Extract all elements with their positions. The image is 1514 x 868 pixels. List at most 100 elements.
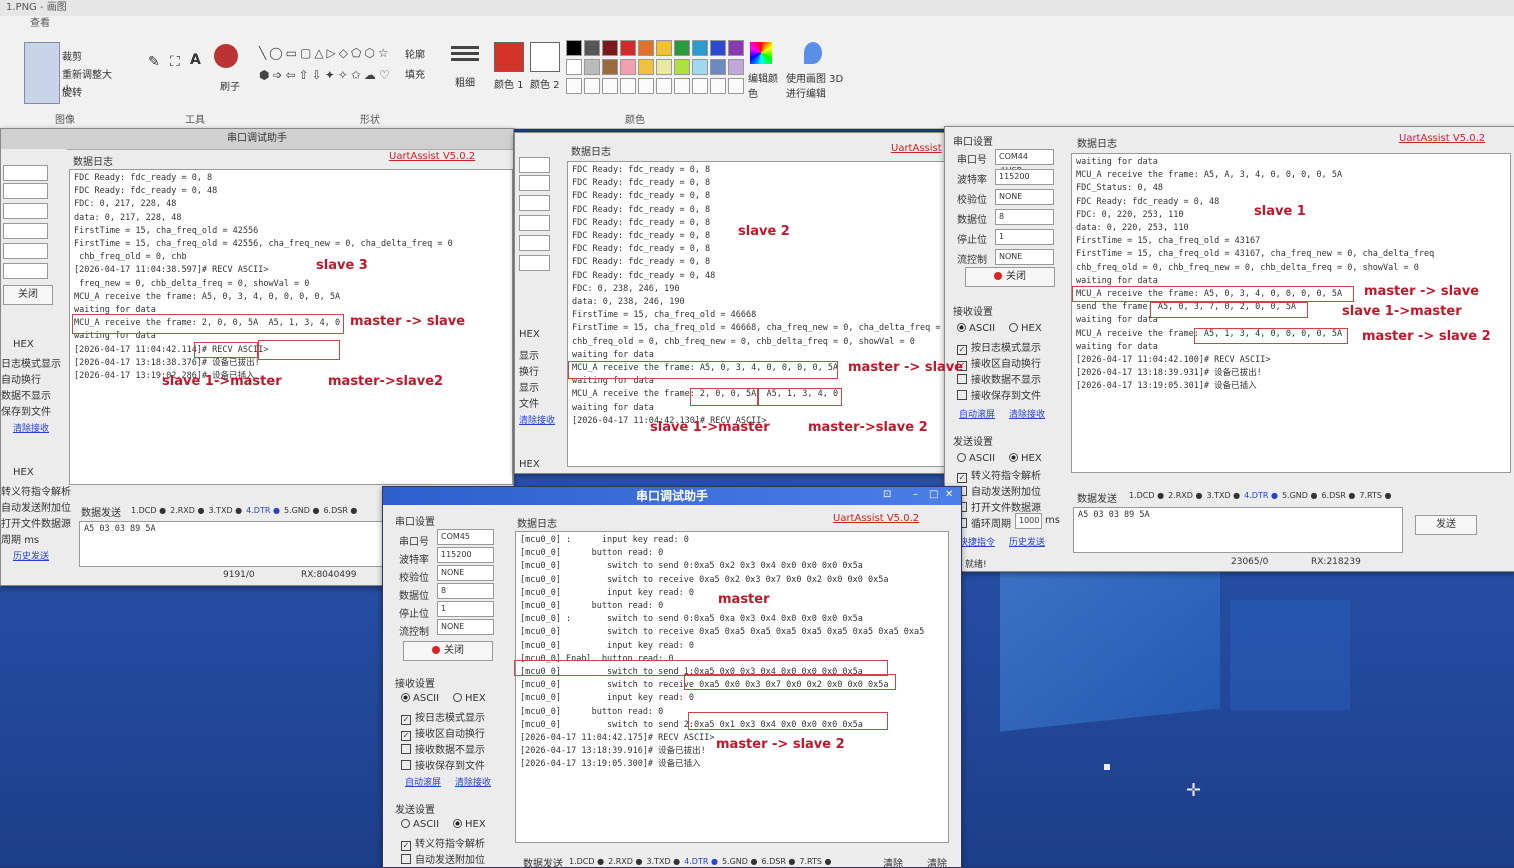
slave1-flow-select[interactable]: NONE xyxy=(995,249,1054,265)
custom-color-swatch[interactable] xyxy=(728,78,744,94)
slave3-brand-link[interactable]: UartAssist V5.0.2 xyxy=(389,151,475,162)
slave1-append-check[interactable]: 自动发送附加位 xyxy=(957,483,1041,498)
slave2-baud-field[interactable] xyxy=(519,175,550,191)
master-send-hex-radio[interactable]: HEX xyxy=(453,819,486,830)
master-ascii-radio[interactable]: ASCII xyxy=(401,693,439,704)
slave1-period-input[interactable]: 1000 xyxy=(1015,513,1042,529)
slave2-hex-label[interactable]: HEX xyxy=(519,329,540,340)
slave1-escape-check[interactable]: ✓ 转义符指令解析 xyxy=(957,467,1041,483)
slave1-send-ascii-radio[interactable]: ASCII xyxy=(957,453,995,464)
slave1-brand-link[interactable]: UartAssist V5.0.2 xyxy=(1399,133,1485,144)
slave1-file-source-check[interactable]: 打开文件数据源 xyxy=(957,499,1041,514)
slave2-opt-file[interactable]: 文件 xyxy=(519,395,539,410)
slave1-send-hex-radio[interactable]: HEX xyxy=(1009,453,1042,464)
master-baud-select[interactable]: 115200 xyxy=(437,547,494,563)
slave3-log-tab[interactable]: 数据日志 xyxy=(73,153,113,168)
edit-colors-icon[interactable] xyxy=(750,42,772,64)
slave1-save-file-check[interactable]: 接收保存到文件 xyxy=(957,387,1041,402)
slave3-stop-field[interactable] xyxy=(3,243,48,259)
master-send-ascii-radio[interactable]: ASCII xyxy=(401,819,439,830)
crop-button[interactable]: 裁剪 xyxy=(62,48,82,63)
master-hex-radio[interactable]: HEX xyxy=(453,693,486,704)
maximize-icon[interactable]: □ xyxy=(929,489,938,500)
slave3-opt-file[interactable]: 打开文件数据源 xyxy=(1,515,71,530)
slave3-opt-append[interactable]: 自动发送附加位 xyxy=(1,499,71,514)
slave3-send-tab[interactable]: 数据发送 xyxy=(81,504,121,519)
master-clear-tx[interactable]: 清除 xyxy=(883,855,903,867)
color1-swatch[interactable] xyxy=(494,42,524,72)
slave1-baud-select[interactable]: 115200 xyxy=(995,169,1054,185)
master-stop-select[interactable]: 1 xyxy=(437,601,494,617)
master-clear-rx[interactable]: 清除 xyxy=(927,855,947,867)
slave1-quick-link[interactable]: 快捷指令 xyxy=(959,535,995,548)
master-save-file-check[interactable]: 接收保存到文件 xyxy=(401,757,485,772)
slave1-ascii-radio[interactable]: ASCII xyxy=(957,323,995,334)
color-swatch[interactable] xyxy=(656,59,672,75)
slave1-send-tab[interactable]: 数据发送 xyxy=(1077,490,1117,505)
paint3d-label[interactable]: 使用画图 3D 进行编辑 xyxy=(786,70,846,100)
custom-color-swatch[interactable] xyxy=(674,78,690,94)
slave2-stop-field[interactable] xyxy=(519,235,550,251)
master-data-select[interactable]: 8 xyxy=(437,583,494,599)
shapes-row2-icon[interactable]: ⬢➩⇦⇧⇩✦✧✩☁♡ xyxy=(259,68,393,82)
master-parity-select[interactable]: NONE xyxy=(437,565,494,581)
custom-color-swatch[interactable] xyxy=(710,78,726,94)
custom-color-swatch[interactable] xyxy=(638,78,654,94)
custom-color-swatch[interactable] xyxy=(566,78,582,94)
slave1-clear-recv-link[interactable]: 清除接收 xyxy=(1009,407,1045,420)
pencil-icon[interactable]: ✎ xyxy=(148,54,160,70)
slave3-flow-field[interactable] xyxy=(3,263,48,279)
master-flow-select[interactable]: NONE xyxy=(437,619,494,635)
slave2-opt-hide[interactable]: 显示 xyxy=(519,379,539,394)
color-swatch[interactable] xyxy=(638,40,654,56)
master-close-button[interactable]: 关闭 xyxy=(403,641,493,661)
size-icon[interactable] xyxy=(451,46,479,49)
color-swatch[interactable] xyxy=(566,59,582,75)
master-send-tab[interactable]: 数据发送 xyxy=(523,855,563,867)
slave3-opt-hide[interactable]: 数据不显示 xyxy=(1,387,51,402)
color-swatch[interactable] xyxy=(584,40,600,56)
custom-color-swatch[interactable] xyxy=(620,78,636,94)
slave1-port-select[interactable]: COM44 #USB xyxy=(995,149,1054,175)
slave2-opt-wrap[interactable]: 换行 xyxy=(519,363,539,378)
color-swatch[interactable] xyxy=(674,59,690,75)
pin-icon[interactable]: ⊡ xyxy=(883,489,891,500)
custom-color-swatch[interactable] xyxy=(692,78,708,94)
color-swatch[interactable] xyxy=(584,59,600,75)
color-swatch[interactable] xyxy=(602,59,618,75)
slave3-opt-escape[interactable]: 转义符指令解析 xyxy=(1,483,71,498)
master-log-mode-check[interactable]: ✓ 按日志模式显示 xyxy=(401,709,485,725)
slave1-auto-wrap-check[interactable]: ✓ 接收区自动换行 xyxy=(957,355,1041,371)
color-swatch[interactable] xyxy=(692,59,708,75)
slave3-hex-label[interactable]: HEX xyxy=(13,339,34,350)
slave2-clear-link[interactable]: 清除接收 xyxy=(519,413,555,426)
master-port-select[interactable]: COM45 #USB xyxy=(437,529,494,555)
slave1-parity-select[interactable]: NONE xyxy=(995,189,1054,205)
master-hide-recv-check[interactable]: 接收数据不显示 xyxy=(401,741,485,756)
slave2-send-hex[interactable]: HEX xyxy=(519,459,540,470)
color-swatch[interactable] xyxy=(638,59,654,75)
slave1-send-button[interactable]: 发送 xyxy=(1415,515,1477,535)
slave1-stop-select[interactable]: 1 xyxy=(995,229,1054,245)
slave1-history-link[interactable]: 历史发送 xyxy=(1009,535,1045,548)
fill-bucket-icon[interactable]: ⛶ xyxy=(170,54,180,70)
color-swatch[interactable] xyxy=(710,40,726,56)
master-log-tab[interactable]: 数据日志 xyxy=(517,515,557,530)
slave3-data-field[interactable] xyxy=(3,223,48,239)
master-clear-recv-link[interactable]: 清除接收 xyxy=(455,775,491,788)
master-escape-check[interactable]: ✓ 转义符指令解析 xyxy=(401,835,485,851)
paint3d-icon[interactable] xyxy=(804,42,822,64)
paint-menu-view[interactable]: 查看 xyxy=(0,16,1514,32)
color-swatch[interactable] xyxy=(728,40,744,56)
slave2-brand-link[interactable]: UartAssist xyxy=(891,143,942,154)
rotate-button[interactable]: 旋转 xyxy=(62,84,82,99)
master-append-check[interactable]: 自动发送附加位 xyxy=(401,851,485,866)
slave3-close-button[interactable]: 关闭 xyxy=(3,285,53,305)
color-swatch[interactable] xyxy=(602,40,618,56)
slave3-send-hex[interactable]: HEX xyxy=(13,467,34,478)
color-swatch[interactable] xyxy=(620,40,636,56)
slave3-opt-log[interactable]: 日志模式显示 xyxy=(1,355,61,370)
fill-button[interactable]: 填充 xyxy=(405,66,425,81)
slave3-clear-recv-link[interactable]: 清除接收 xyxy=(13,421,49,434)
slave3-port-field[interactable] xyxy=(3,165,48,181)
